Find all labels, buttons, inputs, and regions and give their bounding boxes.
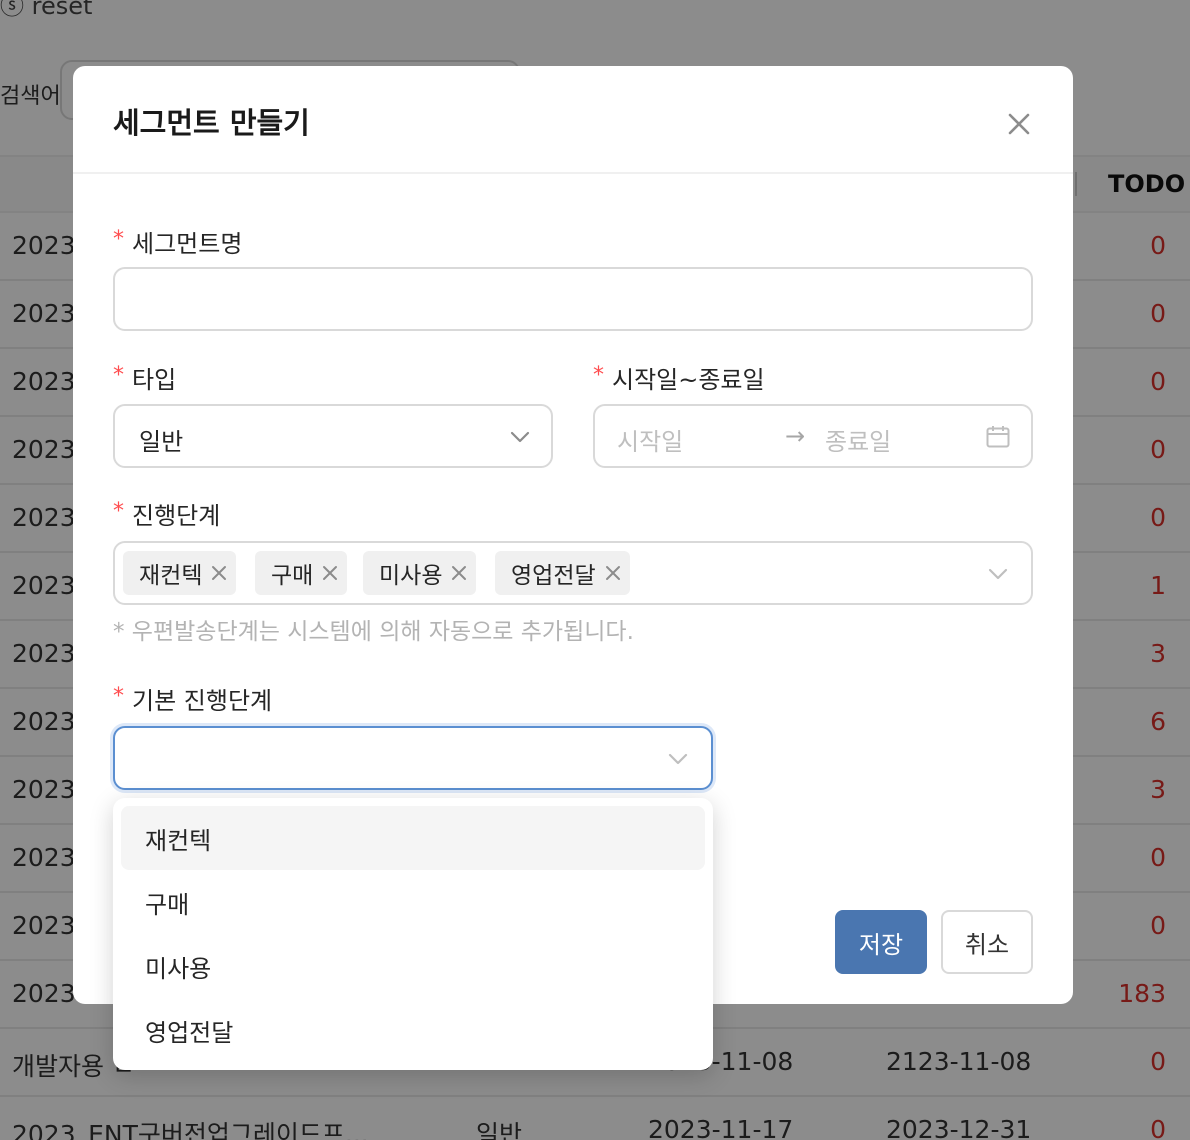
required-mark: *	[113, 684, 124, 709]
chevron-down-icon	[510, 431, 530, 443]
required-mark: *	[113, 227, 124, 252]
required-mark: *	[593, 363, 604, 388]
date-range-label-text: 시작일~종료일	[612, 366, 765, 394]
stages-label-text: 진행단계	[132, 502, 221, 530]
date-range-picker[interactable]: 시작일 → 종료일	[593, 404, 1033, 468]
segment-name-label-text: 세그먼트명	[132, 230, 243, 258]
default-stage-select[interactable]	[113, 726, 713, 790]
range-arrow-icon: →	[785, 422, 806, 450]
close-icon[interactable]	[210, 564, 228, 582]
stage-tag-label: 미사용	[379, 563, 443, 589]
segment-name-label: * 세그먼트명	[113, 224, 242, 259]
dropdown-option[interactable]: 재컨텍	[121, 806, 705, 870]
stage-tag: 재컨텍	[123, 551, 237, 595]
dropdown-option[interactable]: 구매	[121, 870, 705, 934]
modal-header: 세그먼트 만들기	[73, 66, 1073, 174]
stage-tag-label: 재컨텍	[139, 563, 203, 589]
default-stage-label: * 기본 진행단계	[113, 681, 272, 716]
stages-label: * 진행단계	[113, 496, 220, 531]
end-date-input[interactable]: 종료일	[825, 422, 891, 457]
default-stage-dropdown: 재컨텍 구매 미사용 영업전달	[113, 798, 713, 1070]
type-select[interactable]: 일반	[113, 404, 553, 468]
save-button[interactable]: 저장	[835, 910, 927, 974]
default-stage-label-text: 기본 진행단계	[132, 687, 273, 715]
stage-tag: 구매	[255, 551, 348, 595]
stage-tag: 미사용	[363, 551, 477, 595]
close-icon[interactable]	[1001, 106, 1037, 142]
start-date-input[interactable]: 시작일	[617, 422, 683, 457]
stage-tag-label: 구매	[271, 563, 314, 589]
modal-title: 세그먼트 만들기	[113, 106, 310, 140]
type-label: * 타입	[113, 360, 176, 395]
required-mark: *	[113, 363, 124, 388]
chevron-down-icon	[988, 568, 1008, 580]
close-icon[interactable]	[604, 564, 622, 582]
type-select-value: 일반	[139, 428, 184, 456]
segment-name-input[interactable]	[113, 267, 1033, 331]
dropdown-option[interactable]: 영업전달	[121, 998, 705, 1062]
close-icon[interactable]	[321, 564, 339, 582]
stages-hint: * 우편발송단계는 시스템에 의해 자동으로 추가됩니다.	[113, 619, 634, 645]
type-label-text: 타입	[132, 366, 177, 394]
chevron-down-icon	[668, 753, 688, 765]
stage-tag: 영업전달	[495, 551, 630, 595]
stages-multiselect[interactable]: 재컨텍 구매 미사용 영업전달	[113, 541, 1033, 605]
required-mark: *	[113, 499, 124, 524]
close-icon[interactable]	[450, 564, 468, 582]
dropdown-option[interactable]: 미사용	[121, 934, 705, 998]
date-range-label: * 시작일~종료일	[593, 360, 765, 395]
cancel-button[interactable]: 취소	[941, 910, 1033, 974]
calendar-icon	[986, 426, 1010, 448]
stage-tag-label: 영업전달	[511, 563, 596, 589]
